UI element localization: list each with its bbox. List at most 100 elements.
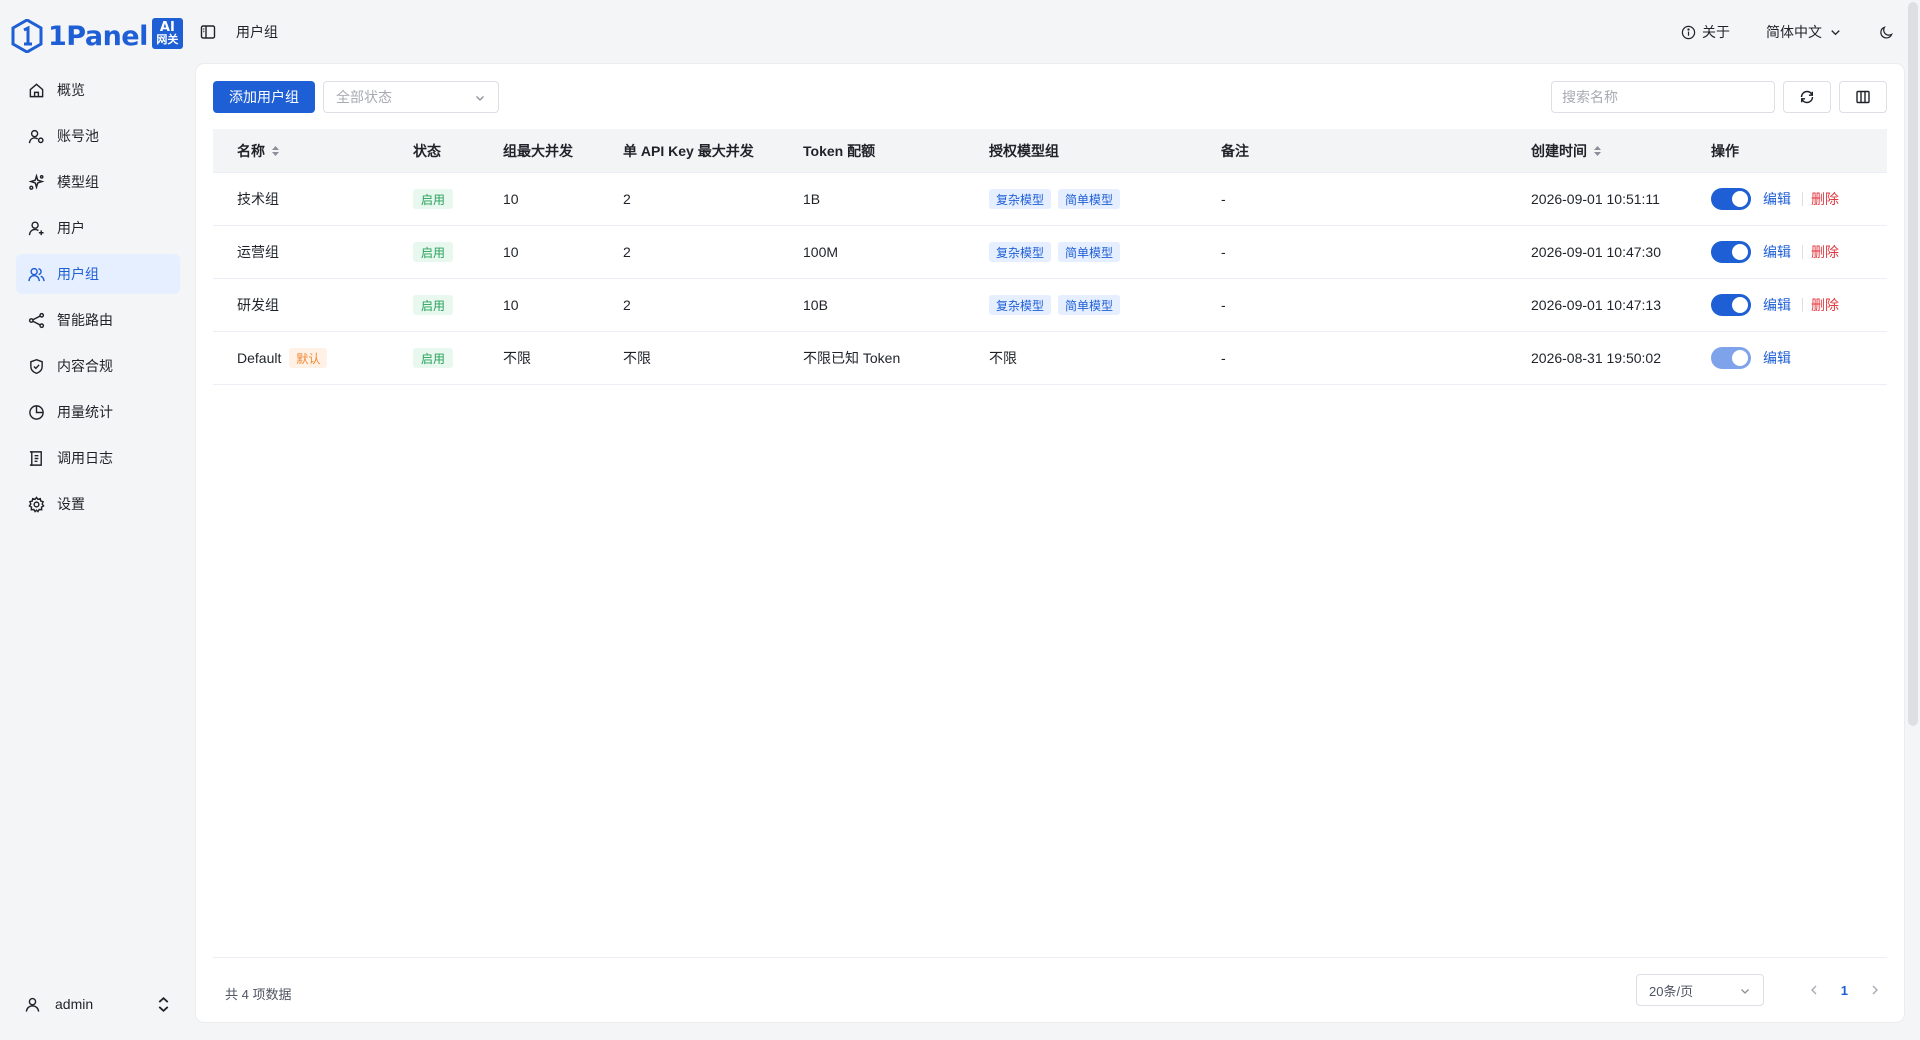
key-concurrency: 不限 [623,350,651,366]
column-label: 备注 [1221,142,1249,159]
page-number-current[interactable]: 1 [1841,983,1848,998]
column-header-max-concurrency: 组最大并发 [479,141,599,161]
created-time: 2026-09-01 10:51:11 [1531,191,1660,207]
model-group-tag: 简单模型 [1058,242,1121,262]
sidebar-item-overview[interactable]: 概览 [16,70,180,110]
enable-toggle[interactable] [1711,347,1751,369]
next-page-icon[interactable] [1870,984,1880,996]
column-label: 组最大并发 [503,142,573,159]
status-badge: 启用 [413,295,454,315]
language-select[interactable]: 简体中文 [1766,22,1843,42]
ai-gateway-badge: AI 网关 [151,17,183,49]
group-name: 技术组 [237,191,279,207]
columns-icon [1856,90,1870,104]
sidebar-item-settings[interactable]: 设置 [16,484,180,524]
brand-logo[interactable]: 1Panel AI 网关 [10,14,183,58]
enable-toggle[interactable] [1711,241,1751,263]
token-quota: 100M [803,244,839,260]
status-cell: 启用 [389,242,479,262]
actions-cell: 编辑 删除 [1687,241,1887,263]
token-quota: 1B [803,191,821,207]
status-cell: 启用 [389,295,479,315]
refresh-button[interactable] [1783,81,1831,113]
column-header-created-time[interactable]: 创建时间 [1507,141,1687,161]
delete-link[interactable]: 删除 [1811,242,1839,262]
delete-link[interactable]: 删除 [1811,295,1839,315]
total-count: 共 4 项数据 [225,987,292,1002]
column-label: Token 配额 [803,142,876,159]
top-header: 用户组 关于 简体中文 [196,0,1920,64]
refresh-icon [1800,90,1814,104]
user-group-table: 名称 状态 组最大并发 单 API Key 最大并发 Token 配额 授权模型… [213,129,1887,385]
sidebar-item-content-compliance[interactable]: 内容合规 [16,346,180,386]
sidebar-item-call-logs[interactable]: 调用日志 [16,438,180,478]
group-name: 研发组 [237,297,279,313]
route-icon [28,312,45,328]
sidebar-item-account-pool[interactable]: 账号池 [16,116,180,156]
sidebar-item-usage-stats[interactable]: 用量统计 [16,392,180,432]
max-concurrency: 10 [503,244,519,260]
column-header-note: 备注 [1197,141,1507,161]
created-time: 2026-08-31 19:50:02 [1531,350,1661,366]
note: - [1221,244,1226,260]
page-scrollbar[interactable] [1908,2,1918,726]
sidebar-item-label: 智能路由 [57,312,113,328]
sidebar-item-label: 概览 [57,82,85,98]
prev-page-icon[interactable] [1809,984,1819,996]
group-name: Default [237,350,282,366]
theme-toggle-button[interactable] [1879,25,1894,40]
sidebar-item-model-group[interactable]: 模型组 [16,162,180,202]
edit-link[interactable]: 编辑 [1763,348,1791,368]
status-filter-select[interactable]: 全部状态 [323,81,499,113]
sidebar-item-user-groups[interactable]: 用户组 [16,254,180,294]
edit-link[interactable]: 编辑 [1763,242,1791,262]
chevron-down-icon [476,96,484,101]
pie-chart-icon [29,404,44,420]
page-size-value: 20条/页 [1649,983,1694,999]
brand-name: 1Panel [48,20,148,52]
toolbar: 添加用户组 全部状态 [213,81,1887,113]
edit-link[interactable]: 编辑 [1763,295,1791,315]
sidebar-item-label: 内容合规 [57,358,113,374]
model-groups-cell: 复杂模型 简单模型 [965,189,1197,209]
add-user-group-button[interactable]: 添加用户组 [213,81,315,113]
column-settings-button[interactable] [1839,81,1887,113]
sidebar-item-smart-routing[interactable]: 智能路由 [16,300,180,340]
table-row: Default 默认 启用 不限 不限 不限已知 Token 不限 - 2026… [213,332,1887,385]
key-concurrency: 2 [623,297,631,313]
key-concurrency: 2 [623,191,631,207]
model-group-tag: 复杂模型 [989,189,1052,209]
1panel-logo-icon [11,19,43,53]
column-label: 操作 [1711,142,1739,159]
sidebar-item-users[interactable]: 用户 [16,208,180,248]
model-group-tag: 简单模型 [1058,295,1121,315]
status-badge: 启用 [413,242,454,262]
shield-icon [30,358,43,374]
column-header-actions: 操作 [1687,141,1887,161]
sidebar-toggle-icon [200,25,216,39]
user-add-icon [28,220,44,235]
badge-top: AI [159,19,175,35]
enable-toggle[interactable] [1711,294,1751,316]
column-label: 授权模型组 [989,142,1059,159]
header-actions: 关于 简体中文 [1681,0,1894,64]
sidebar-item-label: 用量统计 [57,404,113,420]
table-row: 运营组 启用 10 2 100M 复杂模型 简单模型 - 2026-09-01 … [213,226,1887,279]
user-menu[interactable]: admin [16,986,180,1022]
edit-link[interactable]: 编辑 [1763,189,1791,209]
enable-toggle[interactable] [1711,188,1751,210]
sidebar: 1Panel AI 网关 概览 账号池 模型组 用户 用户组 智能路由 内容合规… [0,0,196,1040]
about-button[interactable]: 关于 [1681,22,1730,42]
about-label: 关于 [1702,24,1730,40]
search-input[interactable] [1551,81,1775,113]
delete-link[interactable]: 删除 [1811,189,1839,209]
sidebar-item-label: 调用日志 [57,450,113,466]
page-size-select[interactable]: 20条/页 [1636,974,1764,1006]
column-header-name[interactable]: 名称 [213,141,389,161]
model-group-tag: 复杂模型 [989,242,1052,262]
action-divider [1802,245,1803,259]
note: - [1221,350,1226,366]
sidebar-toggle-button[interactable] [198,22,218,42]
status-cell: 启用 [389,348,479,368]
sidebar-item-label: 用户 [57,220,85,236]
